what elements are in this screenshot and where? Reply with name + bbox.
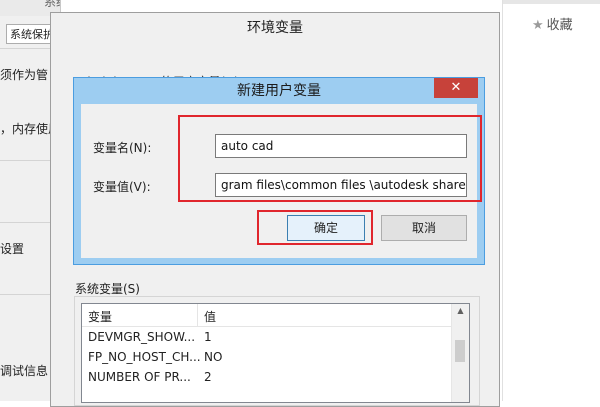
vertical-scrollbar[interactable]: ▲ bbox=[451, 304, 469, 402]
row-value: NO bbox=[204, 350, 223, 364]
system-properties-title-text: 系统属性 bbox=[44, 0, 60, 9]
tab-system-protection[interactable]: 系统保护 bbox=[6, 24, 56, 44]
table-row[interactable]: FP_NO_HOST_CH... NO bbox=[82, 347, 454, 367]
browser-background bbox=[502, 0, 600, 401]
scrollbar-thumb[interactable] bbox=[455, 340, 465, 362]
variable-name-label: 变量名(N): bbox=[93, 141, 152, 155]
dialog-title: 新建用户变量 bbox=[237, 83, 321, 99]
row-value: 2 bbox=[204, 370, 212, 384]
favorites-button[interactable]: ★ 收藏 bbox=[532, 14, 573, 33]
close-button[interactable]: ✕ bbox=[434, 78, 478, 98]
list-header: 变量 值 bbox=[82, 304, 454, 327]
close-icon: ✕ bbox=[450, 80, 462, 95]
cancel-button[interactable]: 取消 bbox=[381, 215, 467, 241]
system-variables-group-label: 系统变量(S) bbox=[75, 282, 140, 296]
column-header-value[interactable]: 值 bbox=[204, 308, 216, 325]
table-row[interactable]: DEVMGR_SHOW... 1 bbox=[82, 327, 454, 347]
favorites-label: 收藏 bbox=[546, 18, 573, 33]
system-variables-list[interactable]: 变量 值 DEVMGR_SHOW... 1 FP_NO_HOST_CH... N… bbox=[81, 303, 470, 403]
row-variable: FP_NO_HOST_CH... bbox=[88, 350, 201, 364]
column-divider[interactable] bbox=[197, 304, 198, 326]
column-header-variable[interactable]: 变量 bbox=[88, 308, 112, 325]
env-window-title: 环境变量 bbox=[247, 20, 303, 36]
scroll-up-icon[interactable]: ▲ bbox=[452, 306, 469, 315]
divider bbox=[502, 0, 503, 401]
variable-value-label: 变量值(V): bbox=[93, 180, 151, 194]
row-variable: NUMBER OF PR... bbox=[88, 370, 191, 384]
row-value: 1 bbox=[204, 330, 212, 344]
divider bbox=[502, 0, 600, 4]
annotation-highlight-fields bbox=[178, 115, 482, 202]
star-icon: ★ bbox=[532, 18, 544, 33]
table-row[interactable]: NUMBER OF PR... 2 bbox=[82, 367, 454, 387]
row-variable: DEVMGR_SHOW... bbox=[88, 330, 196, 344]
annotation-highlight-ok bbox=[257, 210, 373, 245]
